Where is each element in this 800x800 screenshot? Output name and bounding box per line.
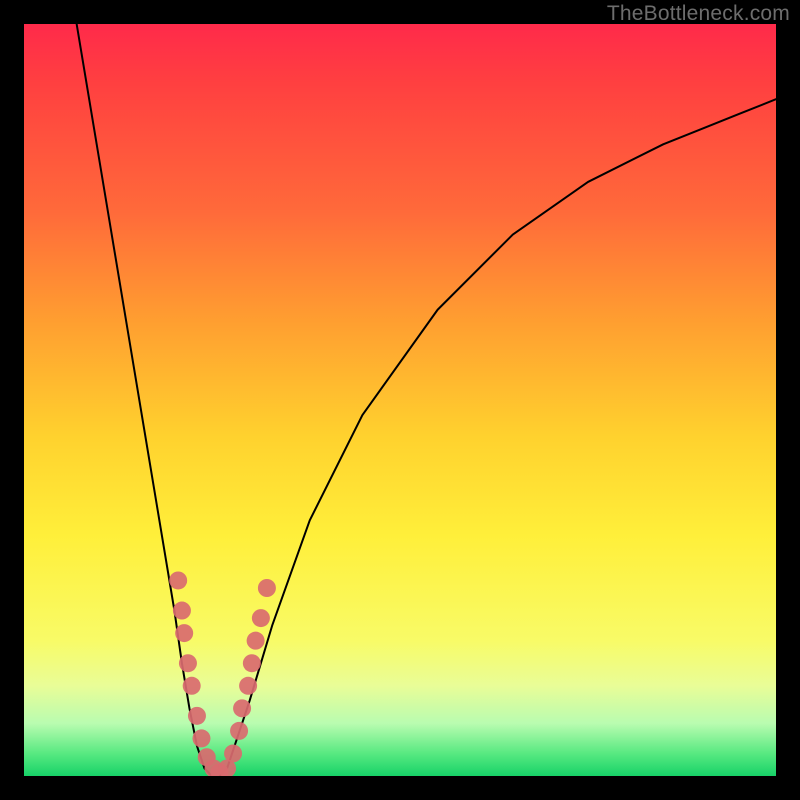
watermark-text: TheBottleneck.com [607,2,790,26]
chart-svg [24,24,776,776]
chart-frame: TheBottleneck.com [0,0,800,800]
marker-dot [247,632,265,650]
plot-area [24,24,776,776]
marker-dot [252,609,270,627]
marker-dot [239,677,257,695]
marker-dot [224,744,242,762]
marker-dot [258,579,276,597]
marker-dot [173,602,191,620]
marker-dot [175,624,193,642]
marker-dot [169,571,187,589]
marker-dot [243,654,261,672]
marker-dot [230,722,248,740]
marker-dot [233,699,251,717]
marker-dot [188,707,206,725]
marker-dot [183,677,201,695]
marker-dots [169,571,276,776]
marker-dot [192,729,210,747]
marker-dot [179,654,197,672]
